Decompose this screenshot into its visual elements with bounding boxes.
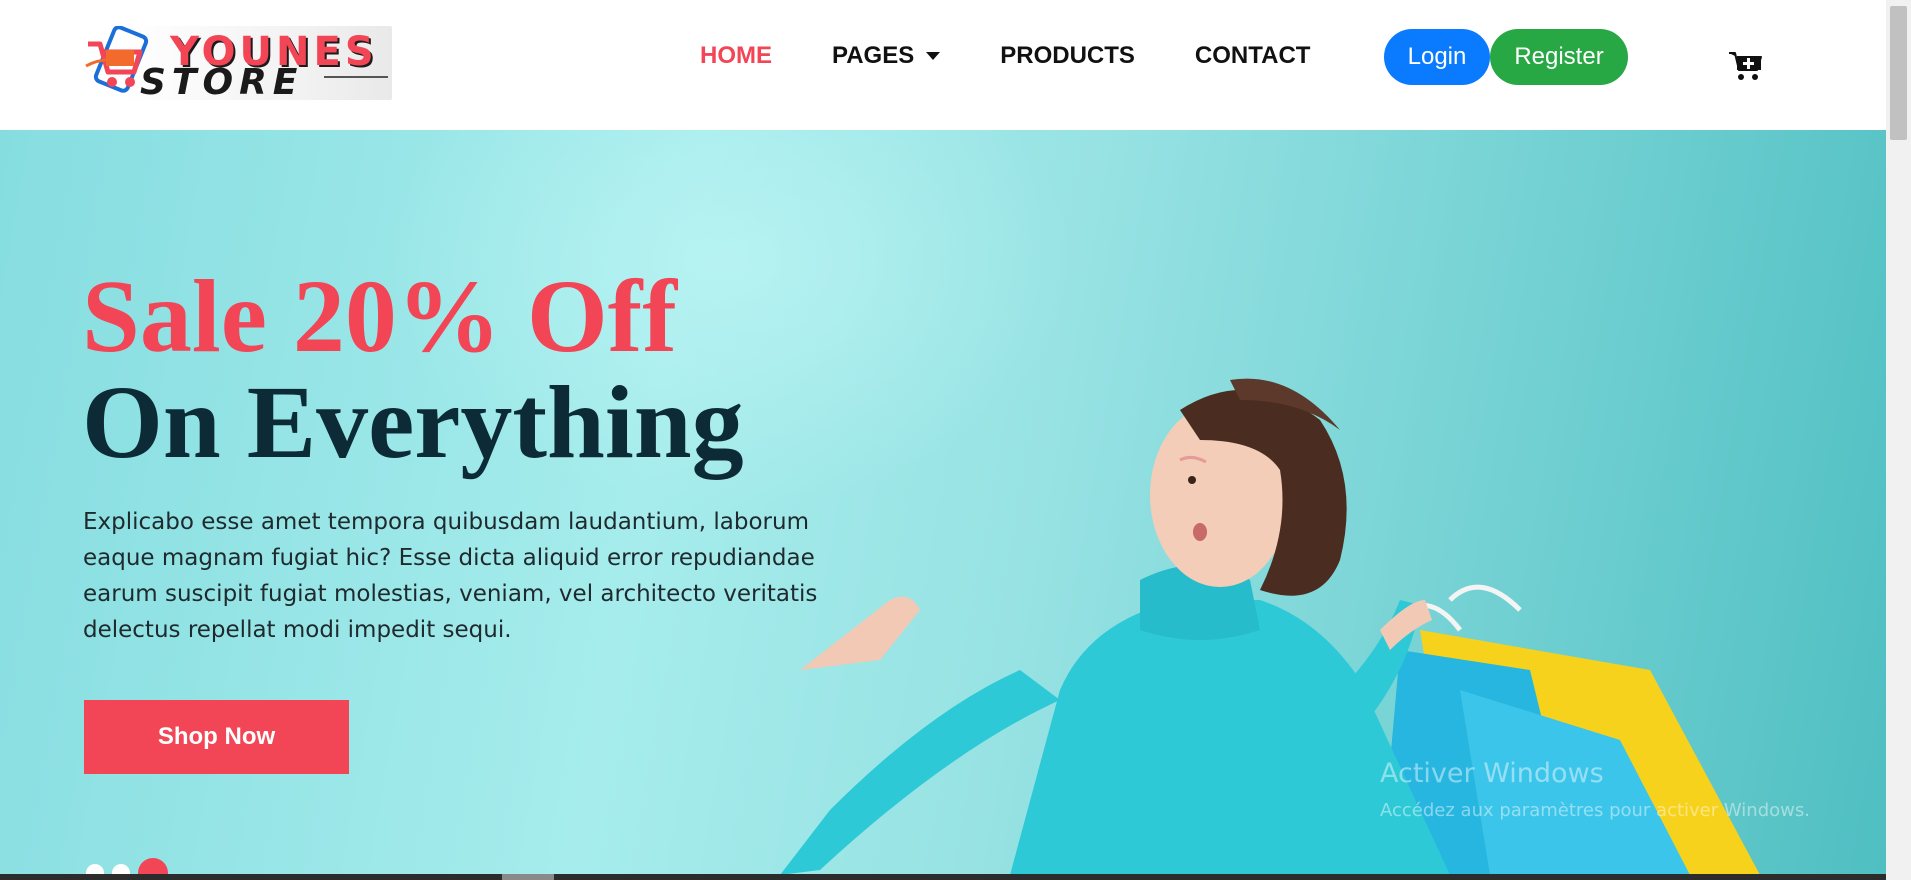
windows-activation-title: Activer Windows xyxy=(1380,758,1604,789)
nav-products-label: PRODUCTS xyxy=(1000,42,1135,69)
brand-logo[interactable]: YOUNES STORE xyxy=(84,24,394,102)
carousel-dot-3-active[interactable] xyxy=(138,858,168,874)
carousel-dot-2[interactable] xyxy=(112,864,130,874)
hero-banner: Sale 20% Off On Everything Explicabo ess… xyxy=(0,130,1886,874)
horizontal-scrollbar-thumb[interactable] xyxy=(502,874,554,880)
shop-now-button[interactable]: Shop Now xyxy=(84,700,349,774)
nav-home[interactable]: HOME xyxy=(700,42,772,70)
nav-pages-label: PAGES xyxy=(832,42,915,69)
carousel-dot-1[interactable] xyxy=(86,864,104,874)
horizontal-scrollbar-track[interactable] xyxy=(0,874,1886,880)
nav-products[interactable]: PRODUCTS xyxy=(1000,42,1135,70)
site-header: YOUNES STORE HOME PAGES PRODUCTS CONTACT… xyxy=(0,0,1886,130)
cart-plus-icon[interactable] xyxy=(1728,50,1764,82)
windows-activation-subtitle: Accédez aux paramètres pour activer Wind… xyxy=(1380,800,1810,821)
hero-headline-everything: On Everything xyxy=(82,365,744,480)
main-nav: HOME PAGES PRODUCTS CONTACT xyxy=(700,38,1370,74)
nav-contact[interactable]: CONTACT xyxy=(1195,42,1311,70)
caret-down-icon xyxy=(926,52,941,60)
hero-headline-sale: Sale 20% Off xyxy=(82,259,678,374)
logo-divider xyxy=(324,76,388,78)
logo-text-bottom: STORE xyxy=(140,62,304,103)
carousel-indicators xyxy=(86,858,176,874)
hero-woman-shopping-bags-image xyxy=(780,378,1760,874)
hero-description: Explicabo esse amet tempora quibusdam la… xyxy=(83,509,818,643)
nav-home-label: HOME xyxy=(700,42,772,69)
nav-pages-dropdown[interactable]: PAGES xyxy=(832,42,941,70)
login-button[interactable]: Login xyxy=(1384,29,1490,85)
nav-contact-label: CONTACT xyxy=(1194,42,1311,69)
vertical-scrollbar-thumb[interactable] xyxy=(1890,6,1907,140)
register-button[interactable]: Register xyxy=(1490,29,1628,85)
